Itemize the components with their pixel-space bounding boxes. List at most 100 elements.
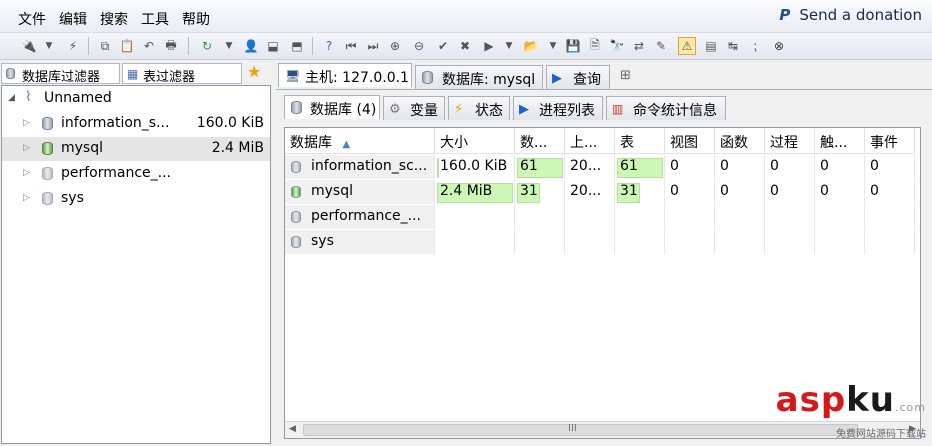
tab-database[interactable]: 数据库: mysql	[415, 65, 543, 89]
first-record-icon[interactable]: ⏮	[342, 37, 360, 55]
refresh-icon[interactable]: ↻	[198, 37, 216, 55]
grid-cell-events[interactable]	[865, 205, 915, 229]
import-icon[interactable]: ⬓	[264, 37, 282, 55]
column-header-items[interactable]: 数...	[515, 128, 565, 154]
copy-icon[interactable]: ⧉	[96, 37, 114, 55]
column-header-functions[interactable]: 函数	[715, 128, 765, 154]
hex-icon[interactable]: ▤	[702, 37, 720, 55]
new-tab-icon[interactable]: ⊞	[620, 68, 631, 83]
menu-edit[interactable]: 编辑	[59, 9, 87, 29]
grid-cell-items[interactable]: 61	[515, 155, 565, 179]
tree-db-node[interactable]: ▷ performance_...	[2, 162, 270, 186]
print-icon[interactable]: 🖶	[162, 37, 180, 55]
expand-arrow-icon[interactable]: ▷	[23, 193, 30, 203]
replace-icon[interactable]: ⇄	[630, 37, 648, 55]
warning-icon[interactable]: ⚠	[678, 37, 696, 55]
grid-cell-procs[interactable]	[765, 205, 815, 229]
post-record-icon[interactable]: ✔	[434, 37, 452, 55]
disconnect-icon[interactable]: ⚡	[64, 37, 82, 55]
grid-cell-funcs[interactable]: 0	[715, 155, 765, 179]
help-icon[interactable]: ?	[320, 37, 338, 55]
open-folder-icon[interactable]: 📂	[522, 37, 540, 55]
scroll-left-icon[interactable]: ◀	[289, 424, 296, 434]
column-header-procedures[interactable]: 过程	[765, 128, 815, 154]
grid-cell-views[interactable]	[665, 205, 715, 229]
column-header-views[interactable]: 视图	[665, 128, 715, 154]
expand-arrow-icon[interactable]: ▷	[23, 143, 30, 153]
expand-arrow-icon[interactable]: ▷	[23, 118, 30, 128]
grid-cell-items[interactable]	[515, 230, 565, 254]
tree-root-node[interactable]: ◢ ⌇ Unnamed	[2, 87, 270, 111]
donate-link[interactable]: P Send a donation	[779, 6, 922, 24]
tab-variables[interactable]: ⚙ 变量	[383, 96, 445, 120]
collapse-arrow-icon[interactable]: ◢	[8, 93, 15, 103]
tab-query[interactable]: ▶ 查询	[546, 65, 610, 89]
grid-cell-updated[interactable]: 20...	[565, 180, 615, 204]
grid-cell-triggers[interactable]: 0	[815, 180, 865, 204]
grid-cell-size[interactable]	[435, 205, 515, 229]
refresh-dropdown-icon[interactable]: ▼	[220, 37, 238, 55]
tab-database-filter[interactable]: 数据库过滤器	[1, 63, 120, 85]
grid-cell-tables[interactable]: 31	[615, 180, 665, 204]
grid-cell-size[interactable]: 2.4 MiB	[435, 180, 515, 204]
grid-cell-size[interactable]: 160.0 KiB	[435, 155, 515, 179]
export-icon[interactable]: ⬒	[288, 37, 306, 55]
grid-cell-funcs[interactable]	[715, 230, 765, 254]
grid-cell-database[interactable]: mysql	[285, 180, 435, 204]
tab-host[interactable]: 🖥 主机: 127.0.0.1	[278, 63, 412, 87]
save-icon[interactable]: 💾	[564, 37, 582, 55]
tab-processlist[interactable]: ▶ 进程列表	[513, 96, 603, 120]
column-header-updated[interactable]: 上...	[565, 128, 615, 154]
grid-cell-items[interactable]	[515, 205, 565, 229]
grid-cell-tables[interactable]: 61	[615, 155, 665, 179]
column-header-database[interactable]: 数据库 ▲	[285, 128, 435, 154]
grid-cell-updated[interactable]: 20...	[565, 155, 615, 179]
grid-cell-triggers[interactable]: 0	[815, 155, 865, 179]
open-dropdown-icon[interactable]: ▼	[544, 37, 562, 55]
run-query-icon[interactable]: ▶	[480, 37, 498, 55]
run-dropdown-icon[interactable]: ▼	[500, 37, 518, 55]
tab-command-stats[interactable]: ▥ 命令统计信息	[606, 96, 726, 120]
grid-cell-events[interactable]: 0	[865, 155, 915, 179]
grid-cell-tables[interactable]	[615, 205, 665, 229]
grid-cell-database[interactable]: performance_...	[285, 205, 435, 229]
undo-icon[interactable]: ↶	[140, 37, 158, 55]
grid-cell-funcs[interactable]	[715, 205, 765, 229]
column-header-size[interactable]: 大小	[435, 128, 515, 154]
more-icon[interactable]: ⁏	[746, 37, 764, 55]
grid-cell-updated[interactable]	[565, 230, 615, 254]
insert-record-icon[interactable]: ⊕	[386, 37, 404, 55]
user-manager-icon[interactable]: 👤	[242, 37, 260, 55]
grid-cell-procs[interactable]: 0	[765, 155, 815, 179]
expand-arrow-icon[interactable]: ▷	[23, 168, 30, 178]
tab-table-filter[interactable]: ▦ 表过滤器	[122, 63, 242, 85]
save-snippet-icon[interactable]: 🗎	[586, 37, 604, 55]
tab-databases[interactable]: 数据库 (4)	[284, 95, 380, 119]
menu-file[interactable]: 文件	[18, 9, 46, 29]
grid-cell-events[interactable]: 0	[865, 180, 915, 204]
binoculars-icon[interactable]: 🔭	[608, 37, 626, 55]
grid-cell-database[interactable]: sys	[285, 230, 435, 254]
grid-cell-views[interactable]: 0	[665, 155, 715, 179]
grid-cell-tables[interactable]	[615, 230, 665, 254]
menu-search[interactable]: 搜索	[100, 9, 128, 29]
column-header-triggers[interactable]: 触...	[815, 128, 865, 154]
grid-cell-size[interactable]	[435, 230, 515, 254]
tree-db-node[interactable]: ▷ sys	[2, 187, 270, 211]
grid-cell-database[interactable]: information_sc...	[285, 155, 435, 179]
grid-cell-funcs[interactable]: 0	[715, 180, 765, 204]
last-record-icon[interactable]: ⏭	[364, 37, 382, 55]
cancel-record-icon[interactable]: ✖	[456, 37, 474, 55]
grid-cell-views[interactable]	[665, 230, 715, 254]
grid-cell-triggers[interactable]	[815, 205, 865, 229]
grid-cell-procs[interactable]: 0	[765, 180, 815, 204]
grid-cell-triggers[interactable]	[815, 230, 865, 254]
menu-tools[interactable]: 工具	[141, 9, 169, 29]
edit-icon[interactable]: ✎	[652, 37, 670, 55]
session-manager-icon[interactable]: 🔌	[20, 37, 38, 55]
grid-cell-updated[interactable]	[565, 205, 615, 229]
tab-status[interactable]: ⚡ 状态	[448, 96, 510, 120]
format-icon[interactable]: ↹	[724, 37, 742, 55]
favorite-star-icon[interactable]: ★	[247, 62, 261, 81]
exit-icon[interactable]: ⊗	[770, 37, 788, 55]
